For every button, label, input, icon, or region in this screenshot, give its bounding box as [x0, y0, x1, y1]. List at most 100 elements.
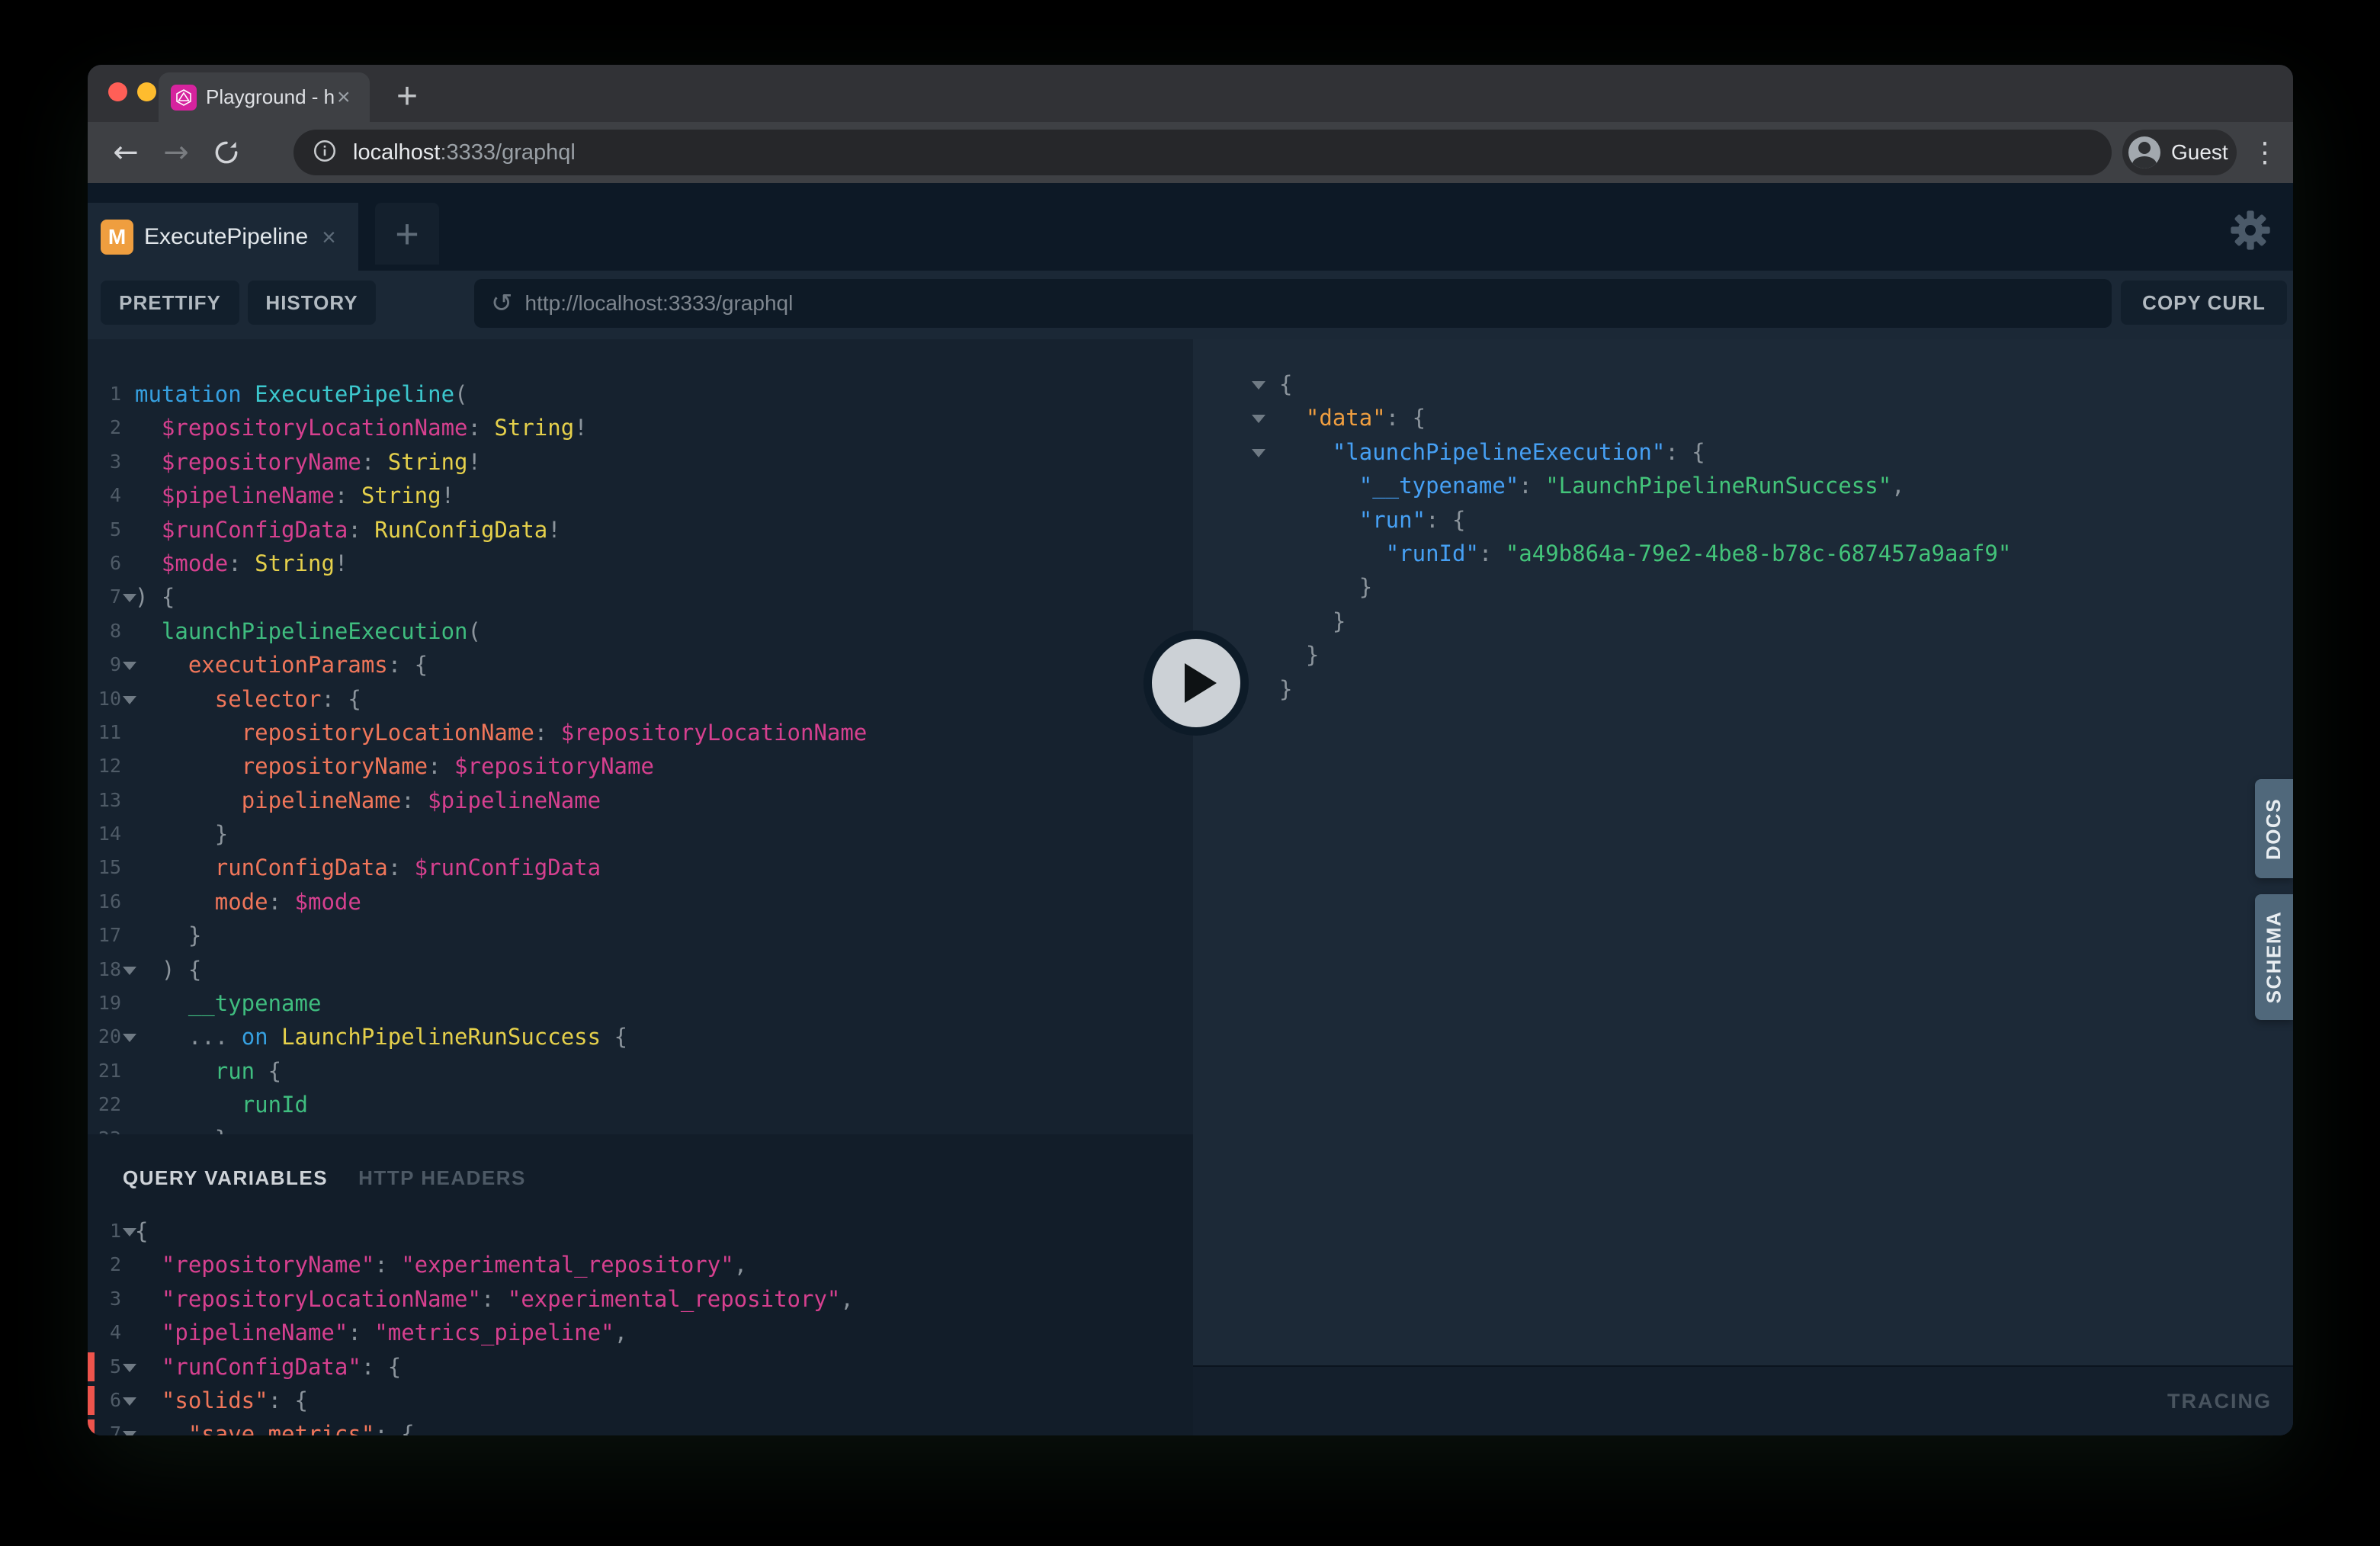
- session-tab-close-icon[interactable]: ×: [322, 225, 336, 249]
- line-number: 2: [88, 411, 121, 444]
- minimize-window-button[interactable]: [137, 82, 156, 101]
- schema-side-tab[interactable]: SCHEMA: [2255, 894, 2293, 1020]
- reload-icon[interactable]: [205, 122, 248, 183]
- line-number: 11: [88, 716, 121, 749]
- code-line: 22 runId: [88, 1088, 1193, 1121]
- code-line: 6 "solids": {: [88, 1384, 1193, 1417]
- line-number: 22: [88, 1088, 121, 1121]
- code-line: 4 "pipelineName": "metrics_pipeline",: [88, 1316, 1193, 1349]
- line-number: 18: [88, 953, 121, 986]
- execute-play-button[interactable]: [1143, 630, 1249, 736]
- playground-toolbar: PRETTIFY HISTORY ↺ http://localhost:3333…: [88, 271, 2293, 339]
- fold-arrow-icon[interactable]: [123, 1364, 136, 1372]
- address-bar[interactable]: localhost:3333/graphql: [293, 130, 2112, 175]
- url-host: localhost: [353, 140, 440, 165]
- code-line: }: [1193, 638, 2293, 672]
- fold-arrow-icon[interactable]: [123, 696, 136, 704]
- line-number: 12: [88, 749, 121, 783]
- code-line: 3 "repositoryLocationName": "experimenta…: [88, 1282, 1193, 1316]
- code-line: 16 mode: $mode: [88, 885, 1193, 919]
- code-line: {: [1193, 367, 2293, 401]
- line-number: 7: [88, 580, 121, 614]
- line-number: 1: [88, 377, 121, 411]
- line-number: 5: [88, 513, 121, 547]
- endpoint-history-icon[interactable]: ↺: [491, 288, 513, 319]
- code-line: 5 $runConfigData: RunConfigData!: [88, 513, 1193, 547]
- settings-gear-icon[interactable]: [2229, 209, 2272, 252]
- tracing-bar[interactable]: TRACING: [1193, 1365, 2293, 1435]
- fold-arrow-icon[interactable]: [123, 1431, 136, 1435]
- code-line: "launchPipelineExecution": {: [1193, 435, 2293, 469]
- line-number: 14: [88, 817, 121, 851]
- code-line: 1{: [88, 1214, 1193, 1248]
- query-editor-pane: 1mutation ExecutePipeline(2 $repositoryL…: [88, 339, 1193, 1435]
- code-line: 11 repositoryLocationName: $repositoryLo…: [88, 716, 1193, 749]
- code-line: 14 }: [88, 817, 1193, 851]
- line-number: 3: [88, 1282, 121, 1316]
- line-number: 17: [88, 919, 121, 952]
- fold-arrow-icon[interactable]: [123, 662, 136, 670]
- code-line: 20 ... on LaunchPipelineRunSuccess {: [88, 1020, 1193, 1054]
- back-icon[interactable]: ←: [104, 122, 147, 183]
- code-line: }: [1193, 672, 2293, 706]
- code-line: "runId": "a49b864a-79e2-4be8-b78c-687457…: [1193, 537, 2293, 570]
- fold-arrow-icon[interactable]: [123, 967, 136, 975]
- browser-profile-button[interactable]: Guest: [2122, 130, 2237, 175]
- playground-content: 1mutation ExecutePipeline(2 $repositoryL…: [88, 339, 2293, 1435]
- graphql-favicon-icon: [171, 85, 197, 111]
- tab-query-variables[interactable]: QUERY VARIABLES: [123, 1166, 328, 1190]
- guest-avatar-icon: [2128, 136, 2160, 168]
- line-number: 3: [88, 445, 121, 479]
- code-line: 9 executionParams: {: [88, 648, 1193, 682]
- query-editor[interactable]: 1mutation ExecutePipeline(2 $repositoryL…: [88, 339, 1193, 1134]
- browser-tab-title: Playground - http://localhost:3: [206, 85, 334, 109]
- fold-arrow-icon[interactable]: [123, 1397, 136, 1406]
- line-number: 23: [88, 1122, 121, 1134]
- session-tab-executepipeline[interactable]: M ExecutePipeline ×: [88, 203, 358, 271]
- code-line: }: [1193, 605, 2293, 638]
- browser-tab[interactable]: Playground - http://localhost:3 ×: [159, 72, 370, 122]
- forward-icon[interactable]: →: [155, 122, 197, 183]
- fold-arrow-icon[interactable]: [123, 1034, 136, 1042]
- variables-editor[interactable]: 1{2 "repositoryName": "experimental_repo…: [88, 1214, 1193, 1435]
- code-line: }: [1193, 570, 2293, 604]
- code-line: 12 repositoryName: $repositoryName: [88, 749, 1193, 783]
- response-pane: { "data": { "launchPipelineExecution": {…: [1193, 339, 2293, 1435]
- line-number: 21: [88, 1054, 121, 1088]
- line-number: 5: [88, 1350, 121, 1384]
- code-line: 19 __typename: [88, 986, 1193, 1020]
- line-number: 2: [88, 1248, 121, 1281]
- fold-arrow-icon[interactable]: [1252, 449, 1265, 457]
- session-tab-title: ExecutePipeline: [144, 224, 308, 250]
- new-browser-tab-button[interactable]: +: [383, 74, 431, 118]
- tab-http-headers[interactable]: HTTP HEADERS: [358, 1166, 526, 1190]
- code-line: "data": {: [1193, 401, 2293, 435]
- code-line: 21 run {: [88, 1054, 1193, 1088]
- close-window-button[interactable]: [108, 82, 127, 101]
- fold-arrow-icon[interactable]: [1252, 415, 1265, 423]
- endpoint-url-input[interactable]: ↺ http://localhost:3333/graphql: [474, 279, 2112, 328]
- fold-arrow-icon[interactable]: [123, 594, 136, 602]
- line-number: 4: [88, 1316, 121, 1349]
- code-line: 13 pipelineName: $pipelineName: [88, 784, 1193, 817]
- fold-arrow-icon[interactable]: [123, 1228, 136, 1236]
- new-session-tab-button[interactable]: +: [375, 203, 439, 265]
- browser-tab-close-icon[interactable]: ×: [337, 86, 351, 109]
- page-info-icon[interactable]: [312, 138, 338, 168]
- line-number: 20: [88, 1020, 121, 1054]
- docs-side-tab[interactable]: DOCS: [2255, 779, 2293, 878]
- prettify-button[interactable]: PRETTIFY: [101, 281, 239, 325]
- fold-arrow-icon[interactable]: [1252, 381, 1265, 390]
- line-number: 6: [88, 1384, 121, 1417]
- browser-menu-icon[interactable]: ⋮: [2246, 122, 2284, 183]
- code-line: 10 selector: {: [88, 682, 1193, 716]
- address-url: localhost:3333/graphql: [353, 140, 576, 165]
- code-line: "run": {: [1193, 503, 2293, 537]
- variables-panel: QUERY VARIABLES HTTP HEADERS 1{2 "reposi…: [88, 1134, 1193, 1435]
- code-line: 2 "repositoryName": "experimental_reposi…: [88, 1248, 1193, 1281]
- history-button[interactable]: HISTORY: [248, 281, 376, 325]
- code-line: "__typename": "LaunchPipelineRunSuccess"…: [1193, 469, 2293, 502]
- mutation-badge: M: [101, 220, 133, 255]
- copy-curl-button[interactable]: COPY CURL: [2121, 281, 2287, 325]
- code-line: 1mutation ExecutePipeline(: [88, 377, 1193, 411]
